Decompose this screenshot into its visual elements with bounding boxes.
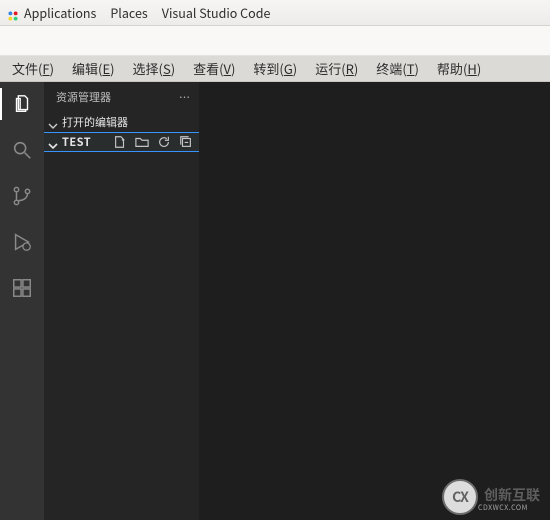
gnome-top-bar: Applications Places Visual Studio Code bbox=[0, 0, 550, 26]
activities-icon bbox=[6, 8, 20, 22]
folder-actions bbox=[113, 135, 199, 149]
watermark: CX 创新互联 CDXWCX.COM bbox=[442, 478, 546, 516]
places-menu[interactable]: Places bbox=[110, 3, 147, 22]
refresh-icon[interactable] bbox=[157, 135, 171, 149]
menu-run[interactable]: 运行(R) bbox=[307, 57, 366, 80]
workspace-folder-name: TEST bbox=[62, 132, 91, 152]
menu-file[interactable]: 文件(F) bbox=[4, 57, 62, 80]
explorer-more-icon[interactable]: ⋯ bbox=[179, 82, 191, 112]
play-bug-icon bbox=[11, 231, 33, 253]
vscode-menubar: 文件(F) 编辑(E) 选择(S) 查看(V) 转到(G) 运行(R) 终端(T… bbox=[0, 56, 550, 82]
open-editors-label: 打开的编辑器 bbox=[62, 112, 128, 132]
chevron-down-icon bbox=[48, 117, 58, 127]
explorer-title-row: 资源管理器 ⋯ bbox=[44, 82, 199, 112]
files-icon bbox=[11, 93, 33, 115]
activity-explorer[interactable] bbox=[8, 90, 36, 118]
branch-icon bbox=[11, 185, 33, 207]
window-titlebar bbox=[0, 26, 550, 56]
new-file-icon[interactable] bbox=[113, 135, 127, 149]
menu-terminal[interactable]: 终端(T) bbox=[368, 57, 427, 80]
extensions-icon bbox=[11, 277, 33, 299]
menu-go[interactable]: 转到(G) bbox=[245, 57, 305, 80]
open-editors-section[interactable]: 打开的编辑器 bbox=[44, 112, 199, 132]
chevron-down-icon bbox=[48, 137, 58, 147]
watermark-monogram: CX bbox=[442, 479, 478, 515]
menu-edit[interactable]: 编辑(E) bbox=[64, 57, 123, 80]
activity-scm[interactable] bbox=[8, 182, 36, 210]
collapse-all-icon[interactable] bbox=[179, 135, 193, 149]
explorer-title: 资源管理器 bbox=[56, 82, 111, 112]
explorer-sidebar: 资源管理器 ⋯ 打开的编辑器 TEST bbox=[44, 82, 199, 520]
vscode-body: 资源管理器 ⋯ 打开的编辑器 TEST CX 创新互联 bbox=[0, 82, 550, 520]
activity-extensions[interactable] bbox=[8, 274, 36, 302]
activity-bar bbox=[0, 82, 44, 520]
menu-selection[interactable]: 选择(S) bbox=[125, 57, 184, 80]
watermark-brand: 创新互联 bbox=[484, 485, 540, 505]
activity-search[interactable] bbox=[8, 136, 36, 164]
new-folder-icon[interactable] bbox=[135, 135, 149, 149]
menu-view[interactable]: 查看(V) bbox=[185, 57, 243, 80]
editor-area bbox=[199, 82, 550, 520]
active-app-name[interactable]: Visual Studio Code bbox=[162, 3, 271, 22]
applications-menu[interactable]: Applications bbox=[6, 3, 96, 22]
activity-debug[interactable] bbox=[8, 228, 36, 256]
search-icon bbox=[11, 139, 33, 161]
workspace-folder-row[interactable]: TEST bbox=[44, 132, 199, 152]
menu-help[interactable]: 帮助(H) bbox=[429, 57, 489, 80]
